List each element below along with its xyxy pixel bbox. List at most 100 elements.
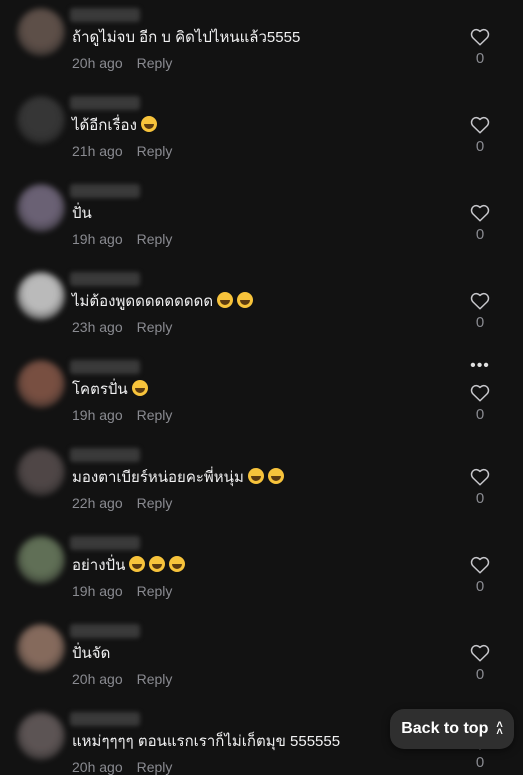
comment-item: โคตรปั่น 19h ago Reply 0 ••• <box>0 354 523 442</box>
username-blurred[interactable] <box>70 96 140 110</box>
comment-meta: 20h ago Reply <box>72 54 172 72</box>
reply-button[interactable]: Reply <box>137 759 173 775</box>
avatar[interactable] <box>17 536 65 584</box>
laughing-emoji-icon <box>169 556 186 572</box>
comment-timestamp: 19h ago <box>72 407 123 423</box>
heart-outline-icon <box>470 644 490 662</box>
emoji-group <box>137 116 157 134</box>
comment-timestamp: 19h ago <box>72 583 123 599</box>
username-blurred[interactable] <box>70 712 140 726</box>
heart-outline-icon <box>470 556 490 574</box>
comment-item: ถ้าดูไม่จบ อีก บ คิดไปไหนแล้ว5555 20h ag… <box>0 2 523 90</box>
username-blurred[interactable] <box>70 536 140 550</box>
comment-text: ปั่น <box>72 204 92 224</box>
like-button[interactable]: 0 <box>466 28 494 68</box>
heart-outline-icon <box>470 28 490 46</box>
comment-text-content: ได้อีกเรื่อง <box>72 117 137 134</box>
comment-meta: 20h ago Reply <box>72 670 172 688</box>
comment-item: ปั่นจัด 20h ago Reply 0 <box>0 618 523 706</box>
heart-outline-icon <box>470 116 490 134</box>
comment-item: มองตาเบียร์หน่อยคะพี่หนุ่ม 22h ago Reply … <box>0 442 523 530</box>
comment-text: แหม่ๆๆๆๆ ตอนแรกเราก็ไม่เก็ตมุข 555555 <box>72 732 340 752</box>
like-count: 0 <box>475 578 485 595</box>
reply-button[interactable]: Reply <box>137 671 173 687</box>
reply-button[interactable]: Reply <box>137 495 173 511</box>
like-count: 0 <box>475 226 485 243</box>
username-blurred[interactable] <box>70 272 140 286</box>
like-count: 0 <box>475 50 485 67</box>
emoji-group <box>125 556 186 574</box>
comment-text-content: มองตาเบียร์หน่อยคะพี่หนุ่ม <box>72 469 244 486</box>
like-button[interactable]: 0 <box>466 204 494 244</box>
comment-meta: 19h ago Reply <box>72 406 172 424</box>
laughing-emoji-icon <box>131 380 148 396</box>
like-button[interactable]: 0 <box>466 116 494 156</box>
like-button[interactable]: 0 <box>466 292 494 332</box>
double-chevron-up-icon: ˄ ˄ <box>496 719 503 738</box>
username-blurred[interactable] <box>70 8 140 22</box>
username-blurred[interactable] <box>70 360 140 374</box>
laughing-emoji-icon <box>267 468 284 484</box>
avatar[interactable] <box>17 184 65 232</box>
like-button[interactable]: 0 <box>466 468 494 508</box>
like-button[interactable]: 0 <box>466 556 494 596</box>
username-blurred[interactable] <box>70 624 140 638</box>
avatar[interactable] <box>17 360 65 408</box>
comment-item: ได้อีกเรื่อง 21h ago Reply 0 <box>0 90 523 178</box>
reply-button[interactable]: Reply <box>137 407 173 423</box>
comment-item: ปั่น 19h ago Reply 0 <box>0 178 523 266</box>
laughing-emoji-icon <box>140 116 157 132</box>
like-button[interactable]: 0 <box>466 644 494 684</box>
comment-list[interactable]: ถ้าดูไม่จบ อีก บ คิดไปไหนแล้ว5555 20h ag… <box>0 0 523 775</box>
reply-button[interactable]: Reply <box>137 143 173 159</box>
comment-text-content: ถ้าดูไม่จบ อีก บ คิดไปไหนแล้ว5555 <box>72 29 301 46</box>
comment-text: ไม่ต้องพูดดดดดดดดด <box>72 292 254 312</box>
avatar[interactable] <box>17 96 65 144</box>
reply-button[interactable]: Reply <box>137 583 173 599</box>
emoji-group <box>128 380 148 398</box>
comment-text-content: ปั่น <box>72 205 92 222</box>
comment-meta: 19h ago Reply <box>72 582 172 600</box>
comment-timestamp: 20h ago <box>72 759 123 775</box>
like-count: 0 <box>475 314 485 331</box>
heart-outline-icon <box>470 384 490 402</box>
avatar[interactable] <box>17 8 65 56</box>
reply-button[interactable]: Reply <box>137 55 173 71</box>
heart-outline-icon <box>470 292 490 310</box>
comment-text: ปั่นจัด <box>72 644 110 664</box>
reply-button[interactable]: Reply <box>137 319 173 335</box>
username-blurred[interactable] <box>70 184 140 198</box>
comment-text-content: ปั่นจัด <box>72 645 111 662</box>
like-button[interactable]: 0 <box>466 384 494 424</box>
comment-meta: 19h ago Reply <box>72 230 172 248</box>
comment-timestamp: 22h ago <box>72 495 123 511</box>
avatar[interactable] <box>17 624 65 672</box>
back-to-top-button[interactable]: Back to top ˄ ˄ <box>390 709 514 749</box>
emoji-group <box>244 468 284 486</box>
emoji-group <box>213 292 254 310</box>
username-blurred[interactable] <box>70 448 140 462</box>
laughing-emoji-icon <box>237 292 254 308</box>
like-count: 0 <box>475 490 485 507</box>
avatar[interactable] <box>17 272 65 320</box>
laughing-emoji-icon <box>149 556 166 572</box>
avatar[interactable] <box>17 712 65 760</box>
comment-meta: 20h ago Reply <box>72 758 172 775</box>
comment-text: โคตรปั่น <box>72 380 148 400</box>
comment-text-content: อย่างปั่น <box>72 557 126 574</box>
avatar[interactable] <box>17 448 65 496</box>
like-count: 0 <box>475 666 485 683</box>
comment-item: ไม่ต้องพูดดดดดดดดด 23h ago Reply 0 <box>0 266 523 354</box>
comment-text-content: แหม่ๆๆๆๆ ตอนแรกเราก็ไม่เก็ตมุข 555555 <box>72 733 341 750</box>
reply-button[interactable]: Reply <box>137 231 173 247</box>
heart-outline-icon <box>470 468 490 486</box>
comment-meta: 23h ago Reply <box>72 318 172 336</box>
back-to-top-label: Back to top <box>401 720 489 737</box>
comment-timestamp: 19h ago <box>72 231 123 247</box>
comment-meta: 21h ago Reply <box>72 142 172 160</box>
comment-timestamp: 23h ago <box>72 319 123 335</box>
ellipsis-icon[interactable]: ••• <box>466 358 494 374</box>
like-count: 0 <box>475 406 485 423</box>
comment-timestamp: 20h ago <box>72 55 123 71</box>
laughing-emoji-icon <box>247 468 264 484</box>
